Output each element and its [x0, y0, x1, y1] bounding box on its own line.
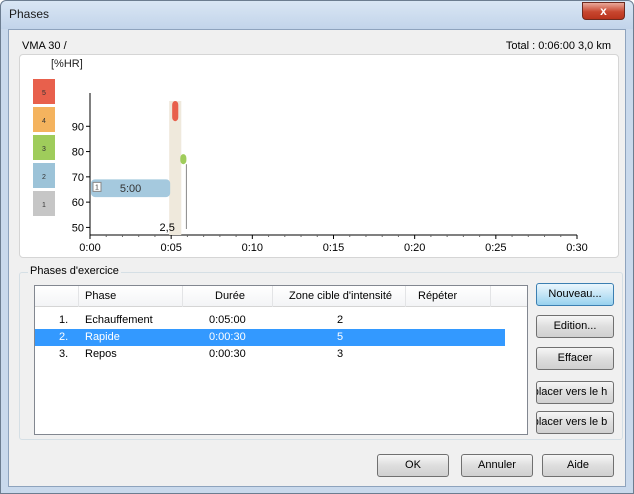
phase-duration-label: 5:00 — [120, 183, 141, 195]
row-number: 2. — [59, 331, 69, 343]
dialog-client: VMA 30 / Total : 0:06:00 3,0 km [%HR] 5 4 3… — [8, 29, 626, 487]
column-header-repeter[interactable]: Répéter — [406, 286, 491, 307]
phase-chart: [%HR] 5 4 3 2 1 50 60 70 80 90 0:00 0:05 0:10 0:15 0:20… — [19, 54, 619, 258]
column-header-num[interactable] — [35, 286, 79, 307]
row-zone: 2 — [337, 314, 344, 326]
new-phase-button[interactable]: Nouveau... — [536, 283, 614, 306]
x-tick-label: 0:05 — [160, 242, 181, 254]
move-down-button[interactable]: placer vers le b — [536, 411, 614, 434]
x-tick-label: 0:30 — [566, 242, 587, 254]
move-up-button[interactable]: placer vers le h — [536, 381, 614, 404]
phases-dialog: Phases x VMA 30 / Total : 0:06:00 3,0 km… — [0, 0, 634, 494]
x-tick-label: 0:00 — [79, 242, 100, 254]
y-tick-label: 70 — [72, 172, 84, 184]
row-duree: 0:05:00 — [209, 314, 246, 326]
workout-name: VMA 30 / — [22, 40, 67, 52]
zone-label-4: 4 — [42, 118, 46, 125]
phase-bar-3 — [180, 154, 187, 165]
workout-total: Total : 0:06:00 3,0 km — [505, 40, 611, 52]
y-axis-label: [%HR] — [51, 58, 83, 70]
y-tick-label: 50 — [72, 222, 84, 234]
zone-label-2: 2 — [42, 174, 46, 181]
row-zone: 3 — [337, 348, 344, 360]
ok-button[interactable]: OK — [377, 454, 449, 477]
title-bar[interactable]: Phases x — [1, 1, 633, 29]
x-tick-label: 0:20 — [404, 242, 425, 254]
row-number: 1. — [59, 314, 69, 326]
table-row-selected[interactable]: 2. Rapide 0:00:30 5 — [35, 329, 505, 346]
y-tick-label: 60 — [72, 197, 84, 209]
window-title: Phases — [9, 7, 50, 21]
y-tick-label: 80 — [72, 147, 84, 159]
column-header-duree[interactable]: Durée — [183, 286, 273, 307]
close-icon: x — [600, 4, 607, 18]
row-duree: 0:00:30 — [209, 348, 246, 360]
x-tick-label: 0:15 — [323, 242, 344, 254]
column-header-phase[interactable]: Phase — [79, 286, 183, 307]
distance-label: 2,5 — [160, 222, 175, 234]
table-row[interactable]: 3. Repos 0:00:30 3 — [35, 346, 505, 363]
phases-group: Phases d'exercice Phase Durée Zone cible… — [19, 265, 623, 440]
row-phase: Rapide — [85, 331, 120, 343]
row-phase: Repos — [85, 348, 117, 360]
delete-phase-button[interactable]: Effacer — [536, 347, 614, 370]
x-tick-label: 0:25 — [485, 242, 506, 254]
phases-list[interactable]: Phase Durée Zone cible d'intensité Répét… — [34, 285, 528, 435]
phase-index-label: 1 — [95, 184, 99, 191]
cancel-button[interactable]: Annuler — [461, 454, 533, 477]
row-number: 3. — [59, 348, 69, 360]
zone-label-1: 1 — [42, 202, 46, 209]
table-row[interactable]: 1. Echauffement 0:05:00 2 — [35, 312, 505, 329]
phase-chart-svg: [%HR] 5 4 3 2 1 50 60 70 80 90 0:00 0:05 0:10 0:15 0:20… — [33, 58, 588, 254]
close-button[interactable]: x — [582, 2, 625, 20]
y-tick-label: 90 — [72, 121, 84, 133]
help-button[interactable]: Aide — [542, 454, 614, 477]
row-phase: Echauffement — [85, 314, 153, 326]
zone-label-3: 3 — [42, 146, 46, 153]
x-tick-label: 0:10 — [242, 242, 263, 254]
row-zone: 5 — [337, 331, 344, 343]
phases-group-label: Phases d'exercice — [28, 265, 121, 277]
phase-bar-2 — [172, 101, 179, 122]
row-duree: 0:00:30 — [209, 331, 246, 343]
zone-label-5: 5 — [42, 90, 46, 97]
list-header: Phase Durée Zone cible d'intensité Répét… — [35, 286, 527, 307]
edit-phase-button[interactable]: Edition... — [536, 315, 614, 338]
column-header-zone[interactable]: Zone cible d'intensité — [273, 286, 406, 307]
